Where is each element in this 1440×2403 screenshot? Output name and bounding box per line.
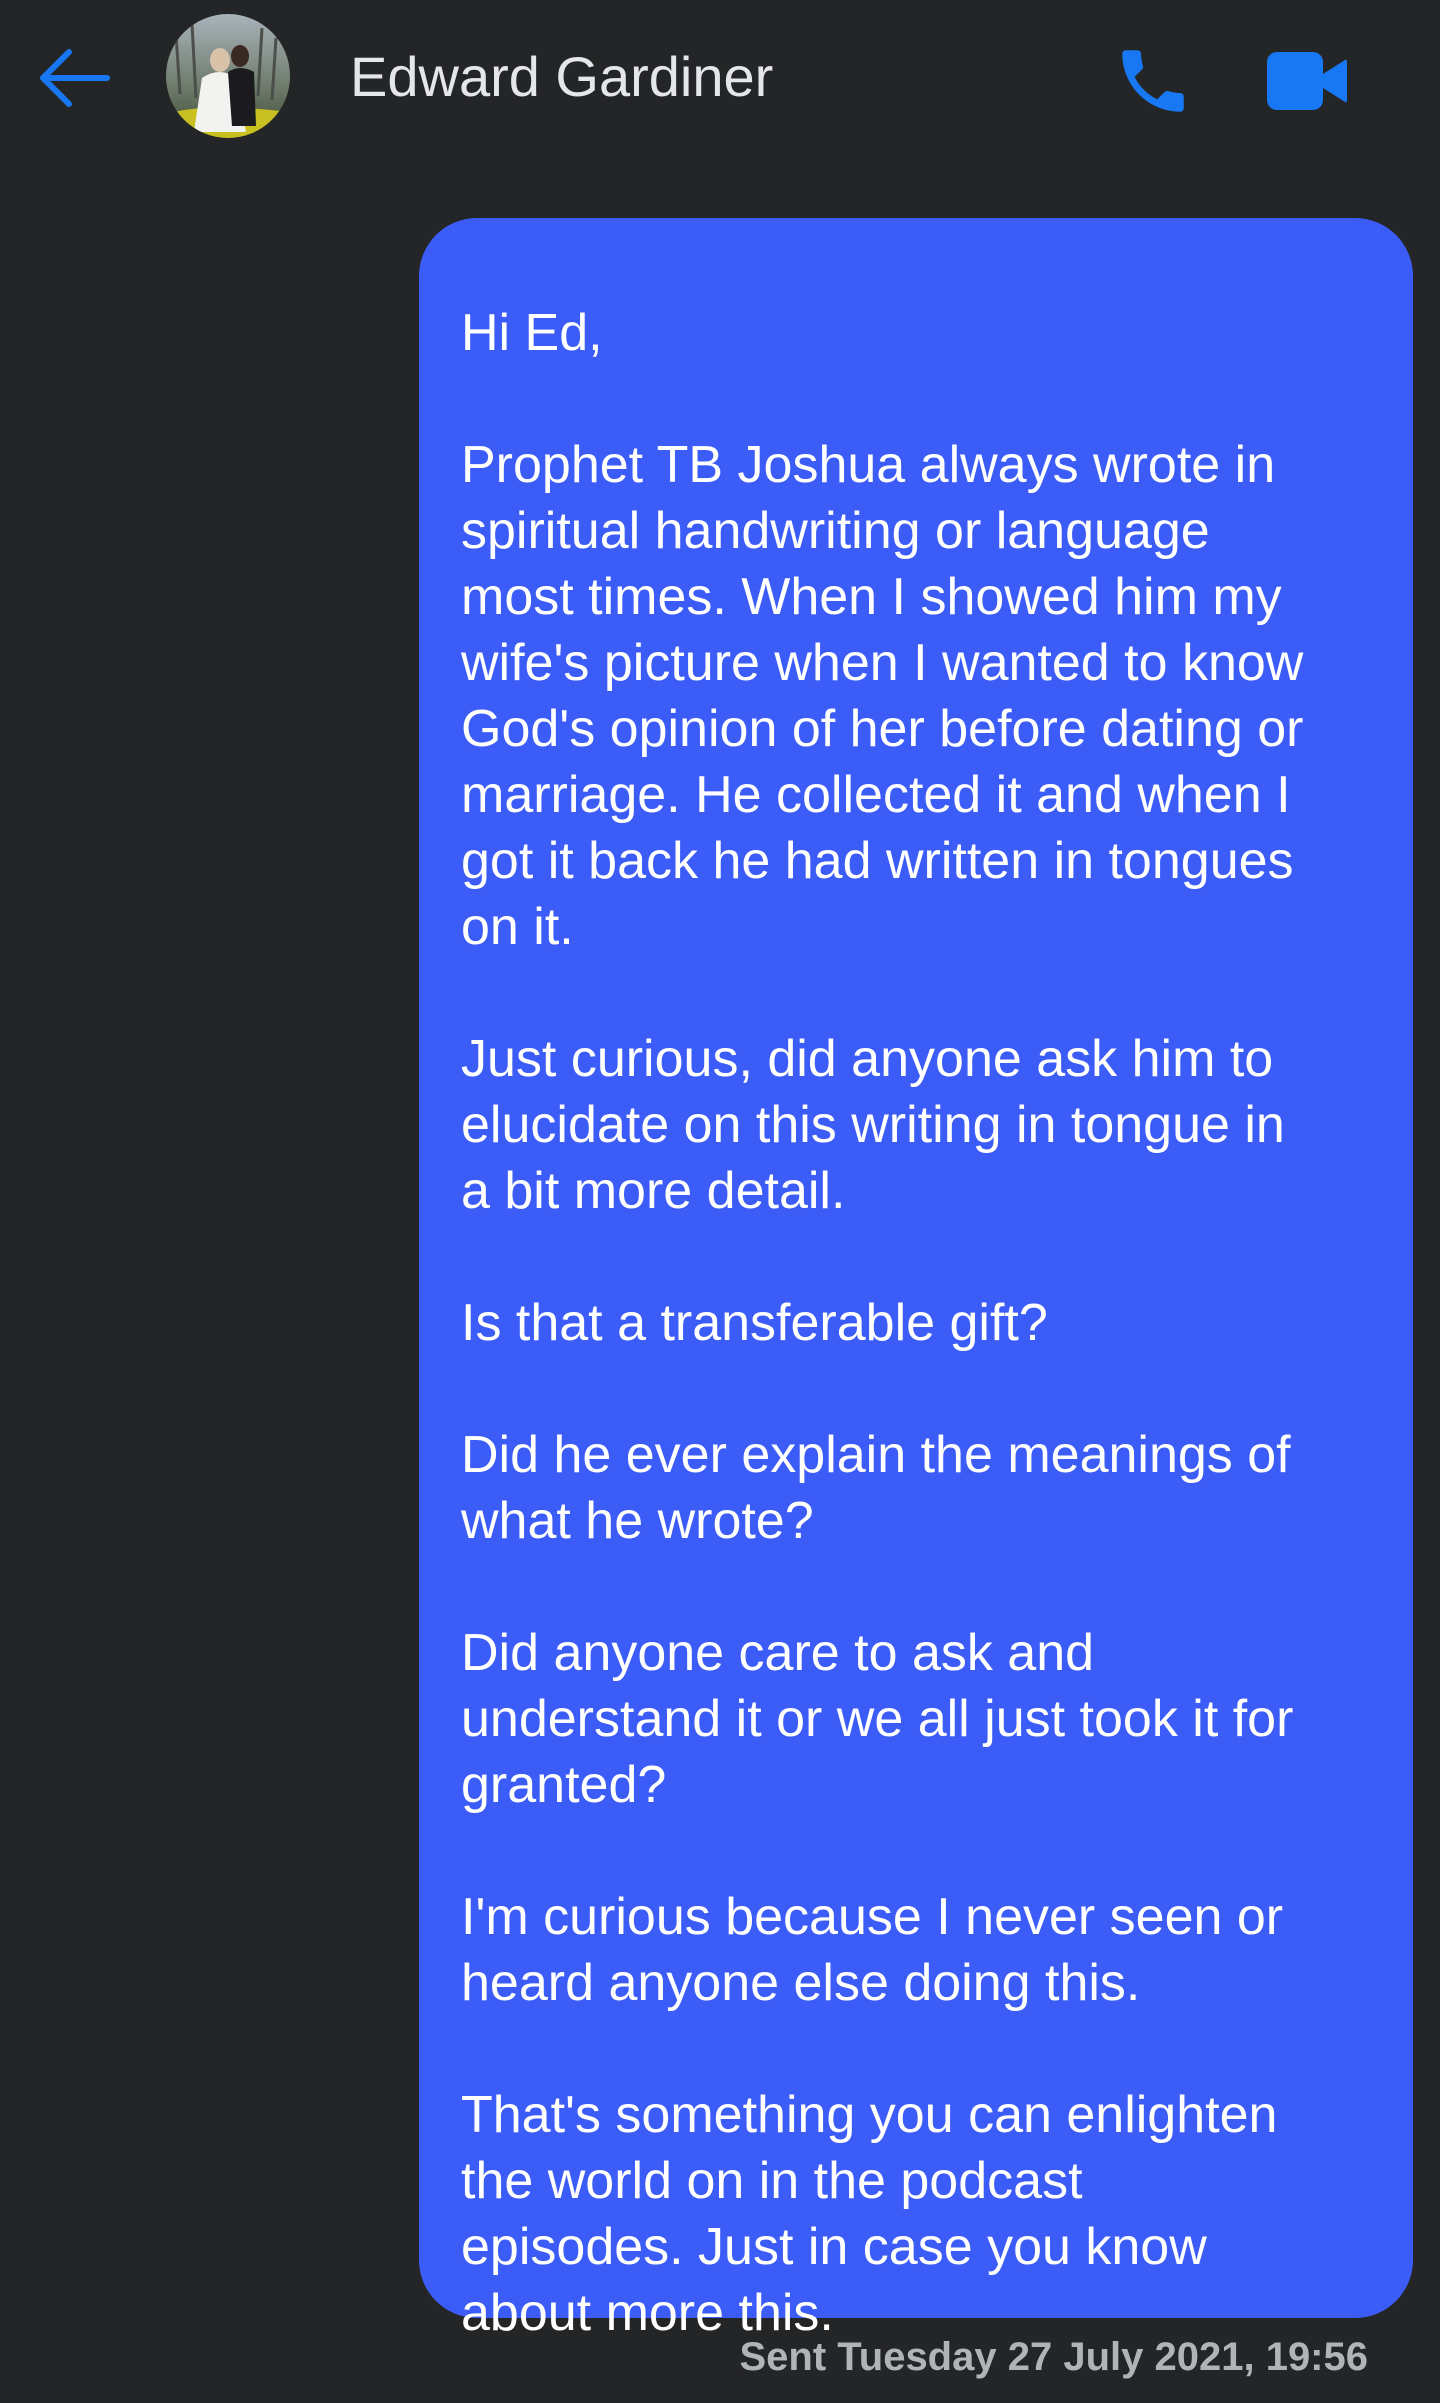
message-paragraph: Prophet TB Joshua always wrote in spirit… xyxy=(461,436,1304,956)
message-paragraph: Did he ever explain the meanings of what… xyxy=(461,1426,1291,1550)
sent-message-bubble[interactable]: Hi Ed, Prophet TB Joshua always wrote in… xyxy=(419,218,1413,2342)
message-list[interactable]: Hi Ed, Prophet TB Joshua always wrote in… xyxy=(0,160,1440,2403)
contact-name[interactable]: Edward Gardiner xyxy=(350,44,773,110)
message-paragraph: Just curious, did anyone ask him to eluc… xyxy=(461,1030,1285,1220)
message-paragraph: Did anyone care to ask and understand it… xyxy=(461,1624,1294,1814)
message-paragraph: Hi Ed, xyxy=(461,304,603,362)
message-paragraph: I'm curious because I never seen or hear… xyxy=(461,1888,1284,2012)
back-button[interactable] xyxy=(30,36,120,120)
video-call-button[interactable] xyxy=(1262,36,1352,126)
avatar[interactable] xyxy=(166,14,290,138)
message-timestamp: Sent Tuesday 27 July 2021, 19:56 xyxy=(739,2335,1369,2379)
back-arrow-icon xyxy=(40,49,110,107)
audio-call-button[interactable] xyxy=(1108,36,1198,126)
message-paragraph: That's something you can enlighten the w… xyxy=(461,2086,1278,2342)
message-paragraph: Is that a transferable gift? xyxy=(461,1294,1048,1352)
avatar-photo xyxy=(166,14,290,138)
video-camera-icon xyxy=(1267,52,1347,110)
chat-header: Edward Gardiner xyxy=(0,0,1440,160)
phone-icon xyxy=(1122,50,1184,112)
